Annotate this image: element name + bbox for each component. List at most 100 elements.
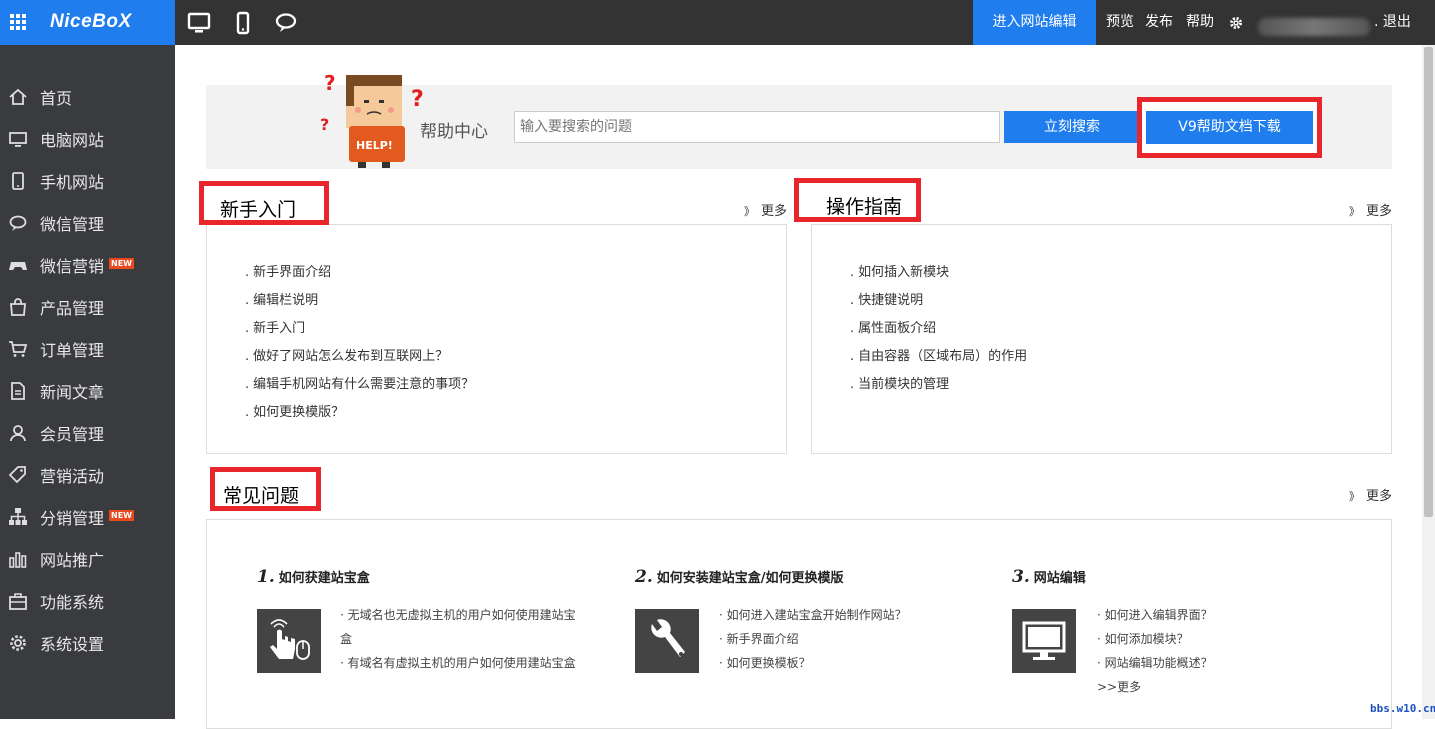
sidebar-item-label: 会员管理	[40, 425, 105, 444]
page-scrollbar[interactable]	[1422, 45, 1435, 719]
sidebar-item-wechat[interactable]: 微信管理	[0, 201, 175, 243]
sidebar-item-mobile-site[interactable]: 手机网站	[0, 159, 175, 201]
faq-link[interactable]: · 如何进入建站宝盒开始制作网站？	[719, 603, 907, 627]
username-blurred	[1258, 18, 1370, 36]
sidebar-item-products[interactable]: 产品管理	[0, 285, 175, 327]
faq-link[interactable]: · 网站编辑功能概述？	[1097, 651, 1213, 675]
faq-number: 1.	[257, 567, 275, 587]
faq-column-title[interactable]: 2. 如何安装建站宝盒/如何更换模版	[635, 567, 844, 587]
faq-link[interactable]: · 新手界面介绍	[719, 627, 799, 651]
faq-link[interactable]: · 有域名有虚拟主机的用户如何使用建站宝盒	[340, 651, 580, 675]
sidebar-item-site-promotion[interactable]: 网站推广	[0, 537, 175, 579]
monitor-icon	[9, 132, 27, 147]
mobile-view-icon[interactable]	[230, 10, 256, 36]
sidebar-item-label: 分销管理	[40, 509, 105, 528]
list-item[interactable]: 如何更换模版？	[245, 401, 344, 420]
list-item[interactable]: 编辑栏说明	[245, 289, 318, 308]
list-item[interactable]: 如何插入新模块	[850, 261, 949, 280]
home-icon	[9, 88, 27, 105]
double-chevron-icon: 》	[744, 205, 755, 218]
faq-link[interactable]: · 无域名也无虚拟主机的用户如何使用建站宝盒	[340, 603, 580, 651]
sidebar-item-settings[interactable]: 系统设置	[0, 621, 175, 663]
help-mascot-icon: ? ? ? HELP!	[320, 71, 424, 168]
faq-number: 2.	[635, 567, 653, 587]
sidebar-item-orders[interactable]: 订单管理	[0, 327, 175, 369]
preview-link[interactable]: 预览	[1106, 0, 1134, 45]
help-center-title: 帮助中心	[420, 122, 488, 142]
sidebar-item-distribution[interactable]: 分销管理 NEW	[0, 495, 175, 537]
sidebar-item-label: 营销活动	[40, 467, 105, 486]
double-chevron-icon: 》	[1349, 205, 1360, 218]
wrench-icon	[635, 609, 699, 673]
list-item[interactable]: 做好了网站怎么发布到互联网上？	[245, 345, 448, 364]
more-label: 更多	[1366, 204, 1393, 219]
guide-panel	[811, 224, 1392, 454]
sidebar-item-promotions[interactable]: 营销活动	[0, 453, 175, 495]
search-now-button[interactable]: 立刻搜索	[1004, 111, 1140, 143]
faq-link[interactable]: · 如何添加模块？	[1097, 627, 1189, 651]
sidebar-item-pc-site[interactable]: 电脑网站	[0, 117, 175, 159]
new-badge: NEW	[109, 510, 134, 521]
list-item[interactable]: 属性面板介绍	[850, 317, 936, 336]
faq-title: 如何安装建站宝盒/如何更换模版	[656, 571, 844, 586]
svg-text:?: ?	[320, 115, 329, 134]
beginner-heading: 新手入门	[199, 181, 329, 225]
new-badge: NEW	[109, 258, 134, 269]
list-item[interactable]: 自由容器（区域布局）的作用	[850, 345, 1027, 364]
sidebar-item-wechat-marketing[interactable]: 微信营销 NEW	[0, 243, 175, 285]
list-item[interactable]: 新手界面介绍	[245, 261, 331, 280]
publish-link[interactable]: 发布	[1145, 0, 1173, 45]
logout-label: 退出	[1382, 14, 1411, 30]
sidebar-item-functions[interactable]: 功能系统	[0, 579, 175, 621]
list-item[interactable]: 编辑手机网站有什么需要注意的事项？	[245, 373, 474, 392]
faq-more-link[interactable]: >>更多	[1097, 675, 1141, 699]
faq-column-title[interactable]: 3. 网站编辑	[1012, 567, 1086, 587]
list-item[interactable]: 快捷键说明	[850, 289, 923, 308]
help-search-input[interactable]	[514, 111, 1000, 143]
faq-link[interactable]: · 如何进入编辑界面？	[1097, 603, 1213, 627]
logout-link[interactable]: . 退出	[1374, 0, 1411, 45]
sidebar-item-label: 订单管理	[40, 341, 105, 360]
tag-icon	[8, 466, 26, 484]
more-label: 更多	[1366, 489, 1393, 504]
chat-icon	[9, 215, 27, 231]
help-link[interactable]: 帮助	[1186, 0, 1214, 45]
click-mouse-icon	[257, 609, 321, 673]
sidebar-item-label: 微信管理	[40, 215, 105, 234]
list-item[interactable]: 新手入门	[245, 317, 305, 336]
beginner-more-link[interactable]: 》更多	[744, 200, 787, 219]
gamepad-icon	[9, 262, 27, 270]
more-label: 更多	[761, 204, 788, 219]
sidebar: 首页 电脑网站 手机网站 微信管理 微信营销 NEW 产品管理 订单管理 新闻文…	[0, 45, 175, 719]
apps-grid-icon[interactable]	[10, 14, 27, 31]
faq-more-link[interactable]: 》更多	[1349, 485, 1392, 504]
faq-title: 网站编辑	[1033, 571, 1086, 586]
sidebar-item-label: 手机网站	[40, 173, 105, 192]
enter-site-edit-button[interactable]: 进入网站编辑	[973, 0, 1096, 45]
faq-link[interactable]: · 如何更换模板？	[719, 651, 811, 675]
phone-icon	[12, 172, 24, 190]
scrollbar-thumb[interactable]	[1424, 47, 1433, 517]
cart-icon	[9, 341, 28, 357]
brand-logo[interactable]: NiceBoX	[50, 11, 132, 33]
toolbox-icon	[9, 593, 27, 610]
gear-icon	[10, 635, 26, 651]
gear-icon[interactable]	[1229, 16, 1243, 30]
sidebar-item-news[interactable]: 新闻文章	[0, 369, 175, 411]
user-icon	[10, 425, 26, 442]
monitor-icon	[1012, 609, 1076, 673]
wechat-view-icon[interactable]	[274, 10, 300, 36]
faq-title: 如何获建站宝盒	[278, 571, 370, 586]
document-icon	[11, 382, 25, 400]
desktop-view-icon[interactable]	[186, 10, 212, 36]
sidebar-item-label: 新闻文章	[40, 383, 105, 402]
list-item[interactable]: 当前模块的管理	[850, 373, 949, 392]
faq-column-title[interactable]: 1. 如何获建站宝盒	[257, 567, 370, 587]
sidebar-item-label: 系统设置	[40, 635, 105, 654]
faq-number: 3.	[1012, 567, 1030, 587]
v9-docs-download-button[interactable]: V9帮助文档下载	[1146, 111, 1313, 144]
sidebar-item-members[interactable]: 会员管理	[0, 411, 175, 453]
sidebar-item-home[interactable]: 首页	[0, 75, 175, 117]
sidebar-item-label: 电脑网站	[40, 131, 105, 150]
guide-more-link[interactable]: 》更多	[1349, 200, 1392, 219]
